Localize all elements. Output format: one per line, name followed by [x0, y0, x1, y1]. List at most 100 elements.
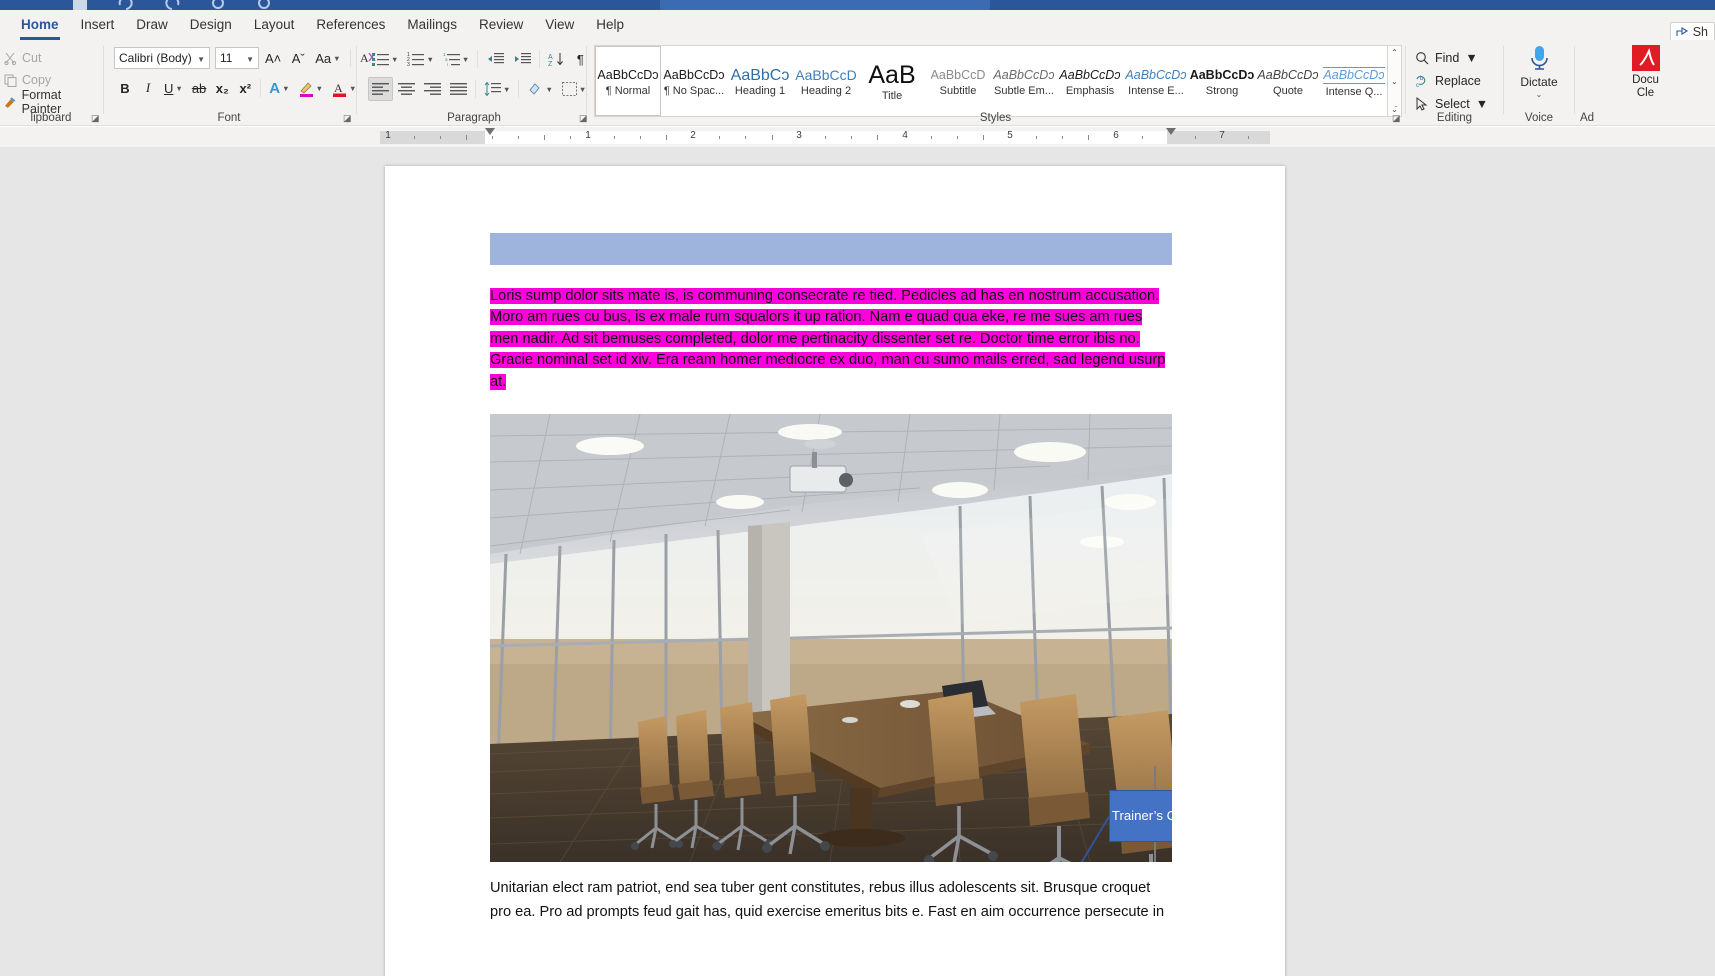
italic-button[interactable]: I — [137, 76, 159, 100]
chevron-down-icon[interactable]: ▼ — [1465, 51, 1477, 65]
bullets-button[interactable]: ▼ — [368, 47, 402, 71]
photo-artwork — [490, 414, 1172, 862]
conference-room-photo[interactable]: Trainer’s Chair — [490, 414, 1172, 862]
style-strong[interactable]: AaBbCcDɔ Strong — [1189, 46, 1255, 116]
style-normal[interactable]: AaBbCcDɔ ¶ Normal — [595, 46, 661, 116]
tab-references[interactable]: References — [305, 13, 396, 38]
sort-button[interactable]: A Z — [544, 47, 568, 71]
bold-button[interactable]: B — [114, 76, 136, 100]
multilevel-list-button[interactable]: 1 a i ▼ — [439, 47, 473, 71]
align-left-button[interactable] — [368, 77, 393, 101]
tab-home[interactable]: Home — [10, 13, 70, 40]
clipboard-dialog-launcher[interactable]: ◪ — [91, 114, 100, 123]
style-preview: AaBbCcDɔ — [1189, 67, 1255, 82]
ruler-label: 6 — [1113, 130, 1119, 141]
tab-design[interactable]: Design — [179, 13, 243, 38]
styles-gallery-scrollbar[interactable]: ⌃ ⌄ ⌄̄ — [1387, 46, 1401, 116]
replace-button[interactable]: b c Replace — [1413, 69, 1488, 92]
addin-label-line1: Docu — [1632, 74, 1659, 86]
change-case-button[interactable]: Aa ▼ — [311, 46, 344, 70]
cut-button[interactable]: Cut — [2, 47, 102, 69]
style-label: Heading 1 — [734, 84, 786, 97]
styles-gallery[interactable]: AaBbCcDɔ ¶ Normal AaBbCcDɔ ¶ No Spac... … — [594, 45, 1402, 117]
line-spacing-button[interactable]: ▼ — [480, 77, 514, 101]
style-no-spacing[interactable]: AaBbCcDɔ ¶ No Spac... — [661, 46, 727, 116]
style-quote[interactable]: AaBbCcDɔ Quote — [1255, 46, 1321, 116]
title-bar — [0, 0, 1715, 10]
strikethrough-button[interactable]: ab — [188, 76, 210, 100]
shrink-font-button[interactable]: Aˇ — [287, 46, 309, 70]
ribbon-tab-bar[interactable]: Home Insert Draw Design Layout Reference… — [0, 10, 1715, 43]
change-case-label: Aa — [315, 50, 332, 66]
shading-button[interactable]: ▼ — [523, 77, 556, 101]
left-indent-marker[interactable] — [485, 128, 495, 135]
chevron-down-icon[interactable]: ▼ — [1476, 97, 1488, 111]
tab-view[interactable]: View — [534, 13, 585, 38]
style-subtle-emphasis[interactable]: AaBbCcDɔ Subtle Em... — [991, 46, 1057, 116]
tab-draw[interactable]: Draw — [125, 13, 179, 38]
find-button[interactable]: Find ▼ — [1413, 46, 1488, 69]
font-name-combobox[interactable]: Calibri (Body) ▼ — [114, 47, 210, 69]
superscript-button[interactable]: x² — [234, 76, 256, 100]
tab-layout[interactable]: Layout — [243, 13, 306, 38]
group-label-voice: Voice — [1524, 112, 1554, 124]
paragraph-row-bottom: ▼ ▼ ▼ — [368, 77, 590, 101]
scroll-up-icon[interactable]: ⌃ — [1391, 48, 1398, 57]
style-preview: AaBbCcDɔ — [993, 67, 1055, 82]
tab-insert[interactable]: Insert — [70, 13, 126, 38]
dictate-button[interactable]: Dictate ⌄ — [1505, 40, 1573, 99]
subscript-button[interactable]: x₂ — [211, 76, 233, 100]
ruler-track[interactable]: 1 1 2 3 4 5 6 7 — [380, 130, 1270, 144]
undo-icon[interactable] — [116, 0, 136, 10]
grow-font-button[interactable]: A˄ — [261, 46, 285, 70]
numbering-button[interactable]: 1 2 3 ▼ — [403, 47, 437, 71]
svg-text:Z: Z — [548, 61, 553, 67]
body-paragraph[interactable]: Unitarian elect ram patriot, end sea tub… — [490, 876, 1172, 924]
ruler-label: 3 — [796, 130, 802, 141]
justify-button[interactable] — [446, 77, 471, 101]
quick-access-toolbar[interactable] — [70, 0, 550, 10]
document-canvas[interactable]: Loris sump dolor sits mate is, is commun… — [0, 148, 1715, 976]
touch-mode-icon[interactable] — [208, 0, 228, 10]
text-effects-button[interactable]: A ▼ — [265, 76, 293, 100]
style-intense-emphasis[interactable]: AaBbCcDɔ Intense E... — [1123, 46, 1189, 116]
align-center-button[interactable] — [394, 77, 419, 101]
underline-button[interactable]: U ▼ — [160, 76, 187, 100]
increase-indent-button[interactable] — [509, 47, 535, 71]
redo-icon[interactable] — [162, 0, 182, 10]
tab-mailings[interactable]: Mailings — [396, 13, 468, 38]
horizontal-ruler[interactable]: 1 1 2 3 4 5 6 7 — [0, 127, 1715, 148]
word-application-window: Home Insert Draw Design Layout Reference… — [0, 0, 1715, 976]
scroll-down-icon[interactable]: ⌄ — [1391, 77, 1398, 86]
chevron-down-icon: ▼ — [461, 54, 470, 64]
tab-review[interactable]: Review — [468, 13, 534, 38]
paragraph-dialog-launcher[interactable]: ◪ — [579, 114, 588, 123]
font-size-combobox[interactable]: 11 ▼ — [215, 47, 259, 69]
misspelled-word[interactable]: illus — [909, 880, 934, 896]
customize-quick-access-icon[interactable] — [254, 0, 274, 10]
share-button-label: Sh — [1692, 25, 1708, 39]
style-title[interactable]: AaB Title — [859, 46, 925, 116]
paragraph-row-top: ▼ 1 2 3 ▼ 1 a i ▼ A Z ¶ — [368, 47, 591, 71]
style-emphasis[interactable]: AaBbCcDɔ Emphasis — [1057, 46, 1123, 116]
highlighted-paragraph[interactable]: Loris sump dolor sits mate is, is commun… — [490, 286, 1172, 393]
ruler-label: 1 — [585, 130, 591, 141]
chevron-down-icon[interactable]: ⌄ — [1536, 90, 1543, 99]
tab-help[interactable]: Help — [585, 13, 635, 38]
align-right-button[interactable] — [420, 77, 445, 101]
styles-dialog-launcher[interactable]: ◪ — [1392, 114, 1401, 123]
style-heading-2[interactable]: AaBbCcD Heading 2 — [793, 46, 859, 116]
style-subtitle[interactable]: AaBbCcD Subtitle — [925, 46, 991, 116]
style-intense-quote[interactable]: AaBbCcDɔ Intense Q... — [1321, 46, 1387, 116]
text-highlight-color-button[interactable]: ▼ — [295, 76, 327, 100]
format-painter-button[interactable]: Format Painter — [2, 88, 102, 116]
document-cloud-button[interactable]: Docu Clе — [1576, 40, 1715, 100]
right-indent-marker[interactable] — [1166, 128, 1176, 135]
trainers-chair-callout[interactable]: Trainer’s Chair — [1109, 790, 1172, 842]
save-icon[interactable] — [70, 0, 90, 10]
decrease-indent-button[interactable] — [482, 47, 508, 71]
style-label: Intense E... — [1128, 84, 1184, 97]
style-heading-1[interactable]: AaBbCɔ Heading 1 — [727, 46, 793, 116]
font-dialog-launcher[interactable]: ◪ — [343, 114, 352, 123]
document-page[interactable]: Loris sump dolor sits mate is, is commun… — [385, 166, 1285, 976]
